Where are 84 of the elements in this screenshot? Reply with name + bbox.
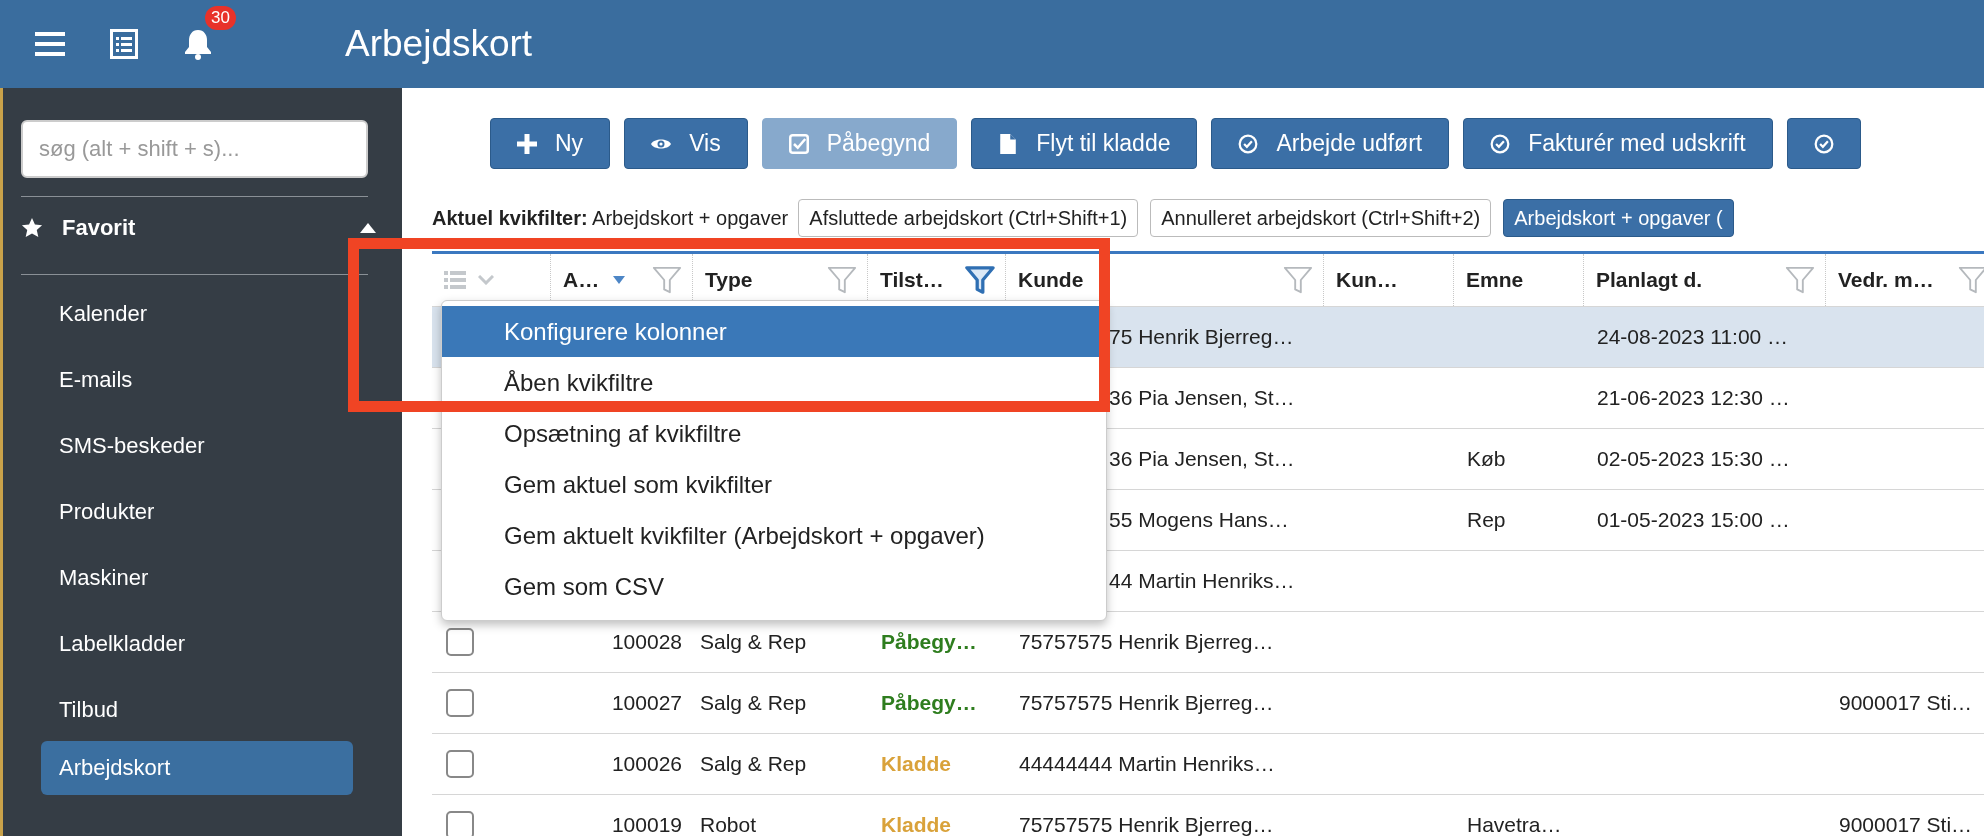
table-cell: 100028	[611, 630, 682, 653]
table-row[interactable]: 100026 Salg & Rep Kladde 44444444 Martin Henriks…	[432, 734, 1984, 795]
quick-filter-label: Aktuel kvikfilter: Arbejdskort + opgaver	[432, 206, 789, 230]
list-icon[interactable]	[110, 29, 138, 59]
table-cell: 21-06-2023 12:30 …	[1597, 386, 1790, 409]
section-header[interactable]: Favorit	[62, 215, 360, 241]
table-row[interactable]: 100019 Robot Kladde 75757575 Henrik Bjerreg… Havetra… 9000017 Sti…	[432, 795, 1984, 836]
table-cell: 44 Martin Henriks…	[1109, 569, 1295, 592]
column-header[interactable]: Kunde	[1018, 268, 1084, 292]
table-row[interactable]: 100027 Salg & Rep Påbegy… 75757575 Henrik Bjerreg… 9000017 Sti…	[432, 673, 1984, 734]
notification-badge: 30	[205, 6, 236, 30]
toolbar-button[interactable]: Flyt til kladde	[971, 118, 1198, 169]
menu-item[interactable]: Gem aktuelt kvikfilter (Arbejdskort + opgaver)	[442, 510, 1106, 561]
table-cell: Salg & Rep	[700, 630, 807, 653]
table-cell: Havetra…	[1467, 813, 1562, 836]
sidebar-item[interactable]: SMS-beskeder	[41, 419, 353, 473]
column-header[interactable]: Kun…	[1336, 268, 1398, 292]
toolbar-button[interactable]: Vis	[624, 118, 748, 169]
quick-filter-chip[interactable]: Arbejdskort + opgaver (	[1503, 199, 1734, 237]
page-title: Arbejdskort	[345, 23, 533, 65]
sidebar-item[interactable]: Arbejdskort	[41, 741, 353, 795]
menu-icon[interactable]	[35, 31, 65, 57]
table-cell: Robot	[700, 813, 757, 836]
plus-icon	[517, 133, 537, 154]
document-icon	[998, 133, 1019, 154]
column-header[interactable]: Type	[705, 268, 753, 292]
column-header[interactable]: A…	[563, 268, 600, 292]
table-cell: 36 Pia Jensen, St…	[1109, 447, 1295, 470]
table-cell: Køb	[1467, 447, 1506, 470]
column-header[interactable]: Emne	[1466, 268, 1524, 292]
table-cell: 36 Pia Jensen, St…	[1109, 386, 1295, 409]
search-field[interactable]: søg (alt + shift + s)...	[21, 120, 368, 178]
table-cell: 55 Mogens Hans…	[1109, 508, 1289, 531]
column-header[interactable]: Vedr. m…	[1838, 268, 1934, 292]
table-cell: 9000017 Sti…	[1839, 691, 1973, 714]
checkbox-icon	[788, 133, 809, 154]
check-circle-icon	[1238, 133, 1259, 154]
sidebar-item[interactable]: E-mails	[41, 353, 353, 407]
checkbox[interactable]	[446, 689, 474, 717]
table-cell: 100019	[611, 813, 682, 836]
status-text: Kladde	[881, 813, 951, 836]
table-cell: 100026	[611, 752, 682, 775]
checkbox[interactable]	[446, 750, 474, 778]
sidebar-item[interactable]: Kalender	[41, 287, 353, 341]
bell-icon[interactable]	[183, 28, 213, 60]
table-cell: 75757575 Henrik Bjerreg…	[1019, 691, 1274, 714]
menu-item[interactable]: Gem aktuel som kvikfilter	[442, 459, 1106, 510]
table-cell: 24-08-2023 11:00 …	[1597, 325, 1789, 348]
table-cell: Rep	[1467, 508, 1506, 531]
quick-filter-chip[interactable]: Afsluttede arbejdskort (Ctrl+Shift+1)	[798, 199, 1139, 237]
checkbox[interactable]	[446, 811, 474, 836]
sidebar-item[interactable]: Produkter	[41, 485, 353, 539]
menu-item[interactable]: Gem som CSV	[442, 561, 1106, 612]
sidebar-item[interactable]: Maskiner	[41, 551, 353, 605]
toolbar-button[interactable]	[1786, 118, 1861, 169]
sidebar-item[interactable]: Tilbud	[41, 683, 353, 737]
column-header[interactable]: Planlagt d.	[1596, 268, 1703, 292]
check-circle-icon	[1490, 133, 1511, 154]
column-header[interactable]: Tilst…	[880, 268, 944, 292]
table-cell: Salg & Rep	[700, 691, 807, 714]
table-cell: 02-05-2023 15:30 …	[1597, 447, 1790, 470]
table-cell: 100027	[611, 691, 682, 714]
quick-filter-chip[interactable]: Annulleret arbejdskort (Ctrl+Shift+2)	[1150, 199, 1492, 237]
status-text: Påbegy…	[881, 630, 977, 653]
menu-item[interactable]: Opsætning af kvikfiltre	[442, 408, 1106, 459]
table-cell: 01-05-2023 15:00 …	[1597, 508, 1790, 531]
caret-icon[interactable]	[360, 223, 376, 233]
table-cell: Salg & Rep	[700, 752, 807, 775]
star-icon	[21, 217, 43, 239]
table-cell: 75 Henrik Bjerreg…	[1109, 325, 1294, 348]
toolbar-button[interactable]: Fakturér med udskrift	[1463, 118, 1773, 169]
table-cell: 9000017 Sti…	[1839, 813, 1973, 836]
status-text: Påbegy…	[881, 691, 977, 714]
sort-caret-icon[interactable]	[613, 276, 626, 284]
status-text: Kladde	[881, 752, 951, 775]
checkbox[interactable]	[446, 628, 474, 656]
toolbar-button[interactable]: Ny	[490, 118, 611, 169]
toolbar-button[interactable]: Arbejde udført	[1211, 118, 1450, 169]
table-cell: 75757575 Henrik Bjerreg…	[1019, 630, 1274, 653]
check-circle-icon	[1813, 133, 1834, 154]
sidebar-item[interactable]: Labelkladder	[41, 617, 353, 671]
table-cell: 75757575 Henrik Bjerreg…	[1019, 813, 1274, 836]
table-cell: 44444444 Martin Henriks…	[1019, 752, 1275, 775]
filter-icon[interactable]	[965, 265, 995, 295]
